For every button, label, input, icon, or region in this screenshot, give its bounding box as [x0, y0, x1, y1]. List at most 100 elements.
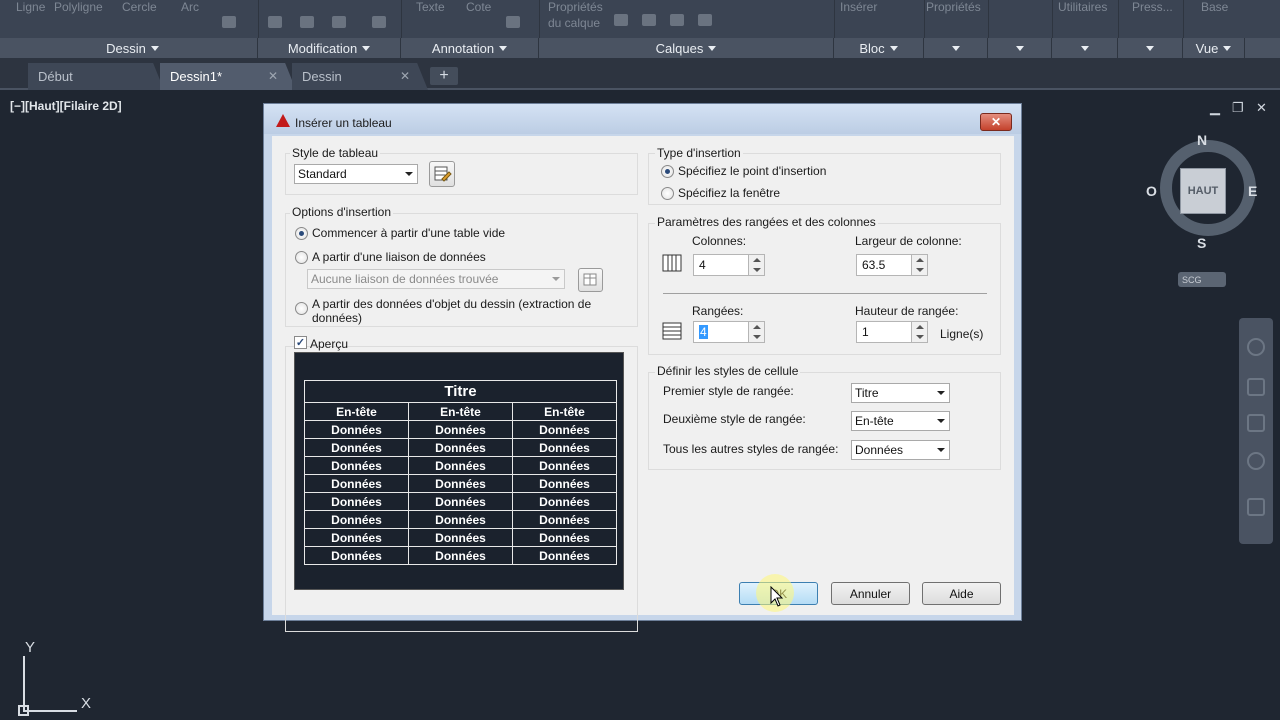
copy-icon[interactable]	[300, 16, 314, 28]
column-width-stepper[interactable]	[911, 254, 928, 276]
panel-view[interactable]: Vue	[1183, 38, 1245, 58]
panel-draw-label: Dessin	[106, 40, 146, 56]
tab-drawing[interactable]: Dessin ✕	[292, 63, 428, 90]
data-link-select[interactable]: Aucune liaison de données trouvée	[307, 269, 565, 289]
ribbon-tool-clipboard[interactable]: Press...	[1132, 0, 1173, 14]
dialog-title-bar[interactable]: Insérer un tableau ✕	[264, 104, 1021, 134]
layer-match-icon[interactable]	[698, 14, 712, 26]
data-link-manager-button[interactable]	[578, 268, 603, 292]
chevron-down-icon	[708, 45, 717, 51]
ribbon-tool-text[interactable]: Texte	[416, 0, 445, 14]
panel-groups[interactable]	[988, 38, 1052, 58]
close-icon[interactable]: ✕	[400, 69, 410, 83]
panel-draw[interactable]: Dessin	[8, 38, 258, 58]
preview-data-cell: Données	[512, 456, 617, 475]
close-icon[interactable]: ✕	[268, 69, 278, 83]
array-icon[interactable]	[332, 16, 346, 28]
tab-start[interactable]: Début	[28, 63, 164, 90]
dialog-close-button[interactable]: ✕	[980, 113, 1012, 131]
panel-utilities[interactable]	[1052, 38, 1118, 58]
second-row-style-label: Deuxième style de rangée:	[663, 412, 806, 426]
other-row-style-select[interactable]: Données	[851, 440, 950, 460]
tab-start-label: Début	[38, 69, 73, 84]
minimize-icon[interactable]: ▁	[1210, 100, 1220, 116]
preview-data-cell: Données	[512, 528, 617, 547]
rectangle-icon[interactable]	[222, 16, 236, 28]
compass-south[interactable]: S	[1197, 235, 1206, 251]
layer-lock-icon[interactable]	[670, 14, 684, 26]
other-row-style-value: Données	[855, 443, 904, 457]
preview-data-cell: Données	[304, 420, 409, 439]
viewcube-face[interactable]: HAUT	[1180, 168, 1226, 214]
preview-header-cell: En-tête	[512, 402, 617, 421]
layer-freeze-icon[interactable]	[642, 14, 656, 26]
radio-empty-table[interactable]	[295, 227, 308, 240]
steering-wheel-icon[interactable]	[1247, 338, 1265, 356]
radio-object-data[interactable]	[295, 302, 308, 315]
close-icon[interactable]: ✕	[1256, 100, 1267, 116]
cancel-button[interactable]: Annuler	[831, 582, 910, 605]
panel-annotation[interactable]: Annotation	[401, 38, 539, 58]
ribbon-tool-utilities[interactable]: Utilitaires	[1058, 0, 1107, 14]
compass-east[interactable]: E	[1248, 183, 1257, 199]
document-tab-bar: Début Dessin1* ✕ Dessin ✕ +	[0, 58, 1280, 90]
ribbon-tool-base[interactable]: Base	[1201, 0, 1228, 14]
panel-modify[interactable]: Modification	[258, 38, 401, 58]
radio-insertion-point[interactable]	[661, 165, 674, 178]
tab-drawing1[interactable]: Dessin1* ✕	[160, 63, 296, 90]
preview-data-cell: Données	[408, 528, 513, 547]
ribbon-tool-line[interactable]: Ligne	[16, 0, 45, 14]
ribbon-tool-dimension[interactable]: Cote	[466, 0, 491, 14]
second-row-style-select[interactable]: En-tête	[851, 411, 950, 431]
ribbon-tool-properties[interactable]: Propriétés	[926, 0, 981, 14]
rows-input[interactable]: 4	[693, 321, 749, 343]
zoom-icon[interactable]	[1247, 414, 1265, 432]
ribbon-tool-layer-props[interactable]: Propriétés	[548, 0, 603, 14]
preview-data-cell: Données	[408, 492, 513, 511]
column-width-label: Largeur de colonne:	[855, 234, 962, 248]
viewport-controls[interactable]: [−][Haut][Filaire 2D]	[10, 99, 122, 113]
panel-block[interactable]: Bloc	[834, 38, 924, 58]
new-tab-button[interactable]: +	[430, 67, 458, 85]
rows-stepper[interactable]	[748, 321, 765, 343]
showmotion-icon[interactable]	[1247, 498, 1265, 516]
row-height-input[interactable]: 1	[856, 321, 912, 343]
ribbon-tool-insert[interactable]: Insérer	[840, 0, 877, 14]
ribbon-tool-polyline[interactable]: Polyligne	[54, 0, 103, 14]
first-row-style-select[interactable]: Titre	[851, 383, 950, 403]
chevron-down-icon	[150, 45, 159, 51]
ucs-menu[interactable]: SCG	[1178, 272, 1226, 287]
help-button[interactable]: Aide	[922, 582, 1001, 605]
layer-off-icon[interactable]	[614, 14, 628, 26]
preview-label: Aperçu	[310, 337, 349, 351]
ribbon-tool-arc[interactable]: Arc	[181, 0, 199, 14]
column-width-input[interactable]: 63.5	[856, 254, 912, 276]
erase-icon[interactable]	[372, 16, 386, 28]
panel-layers[interactable]: Calques	[539, 38, 834, 58]
ribbon-tools: Ligne Polyligne Cercle Arc Texte Cote Pr…	[0, 0, 1280, 38]
ribbon-tool-layer-props-2[interactable]: du calque	[548, 16, 600, 30]
row-height-stepper[interactable]	[911, 321, 928, 343]
radio-data-link[interactable]	[295, 251, 308, 264]
dialog-title: Insérer un tableau	[295, 116, 392, 130]
panel-clipboard[interactable]	[1118, 38, 1183, 58]
preview-data-cell: Données	[408, 456, 513, 475]
data-link-icon	[583, 273, 597, 286]
compass-west[interactable]: O	[1146, 183, 1157, 199]
compass-north[interactable]: N	[1197, 132, 1207, 148]
ribbon-tool-circle[interactable]: Cercle	[122, 0, 157, 14]
pan-icon[interactable]	[1247, 378, 1265, 396]
columns-stepper[interactable]	[748, 254, 765, 276]
orbit-icon[interactable]	[1247, 452, 1265, 470]
panel-properties[interactable]	[924, 38, 988, 58]
table-style-dialog-button[interactable]	[429, 161, 455, 187]
move-icon[interactable]	[268, 16, 282, 28]
columns-input[interactable]: 4	[693, 254, 749, 276]
table-icon[interactable]	[506, 16, 520, 28]
preview-checkbox[interactable]: ✓	[294, 336, 307, 349]
chevron-down-icon	[1080, 45, 1089, 51]
insert-table-dialog: Insérer un tableau ✕ Style de tableau St…	[263, 103, 1022, 632]
table-style-select[interactable]: Standard	[294, 164, 418, 184]
radio-window[interactable]	[661, 187, 674, 200]
restore-icon[interactable]: ❐	[1232, 100, 1244, 116]
